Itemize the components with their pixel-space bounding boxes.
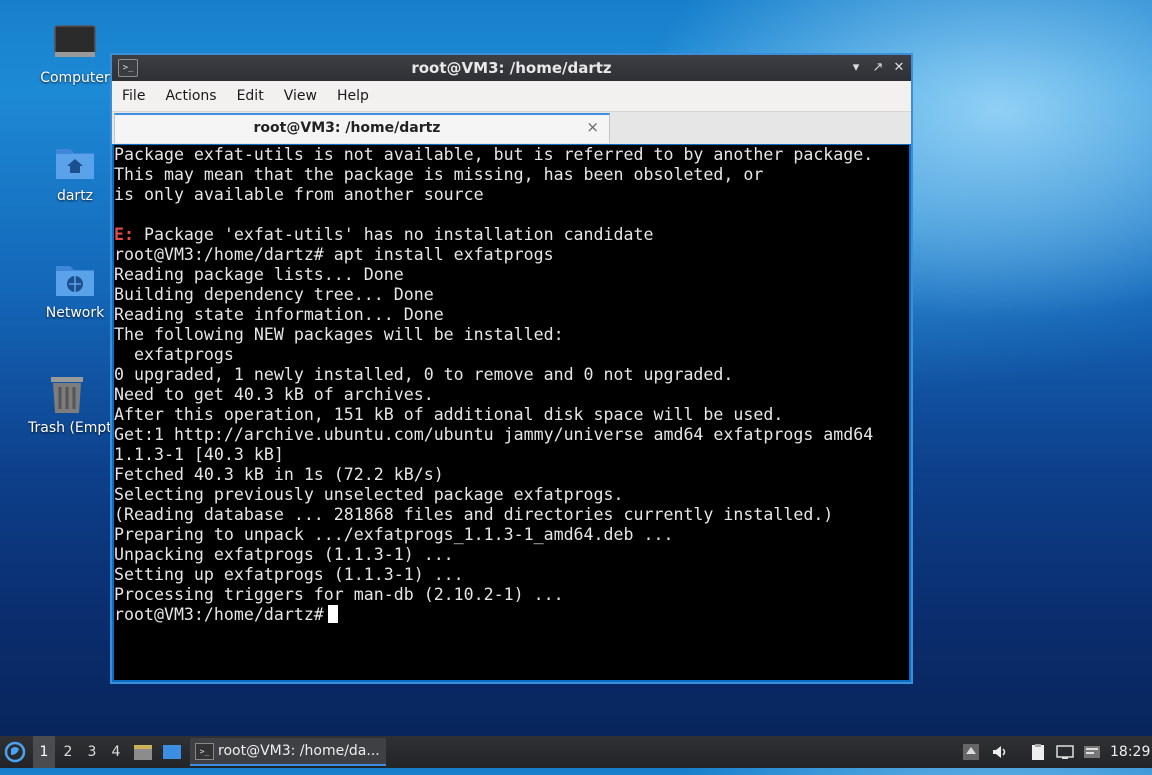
menu-file[interactable]: File bbox=[112, 81, 155, 111]
computer-icon bbox=[53, 22, 97, 66]
desktop-icon-label: Network bbox=[45, 305, 105, 321]
start-menu-icon[interactable] bbox=[4, 736, 28, 768]
desktop-icon-label: dartz bbox=[56, 188, 94, 204]
menu-bar: File Actions Edit View Help bbox=[112, 81, 911, 112]
workspace-2[interactable]: 2 bbox=[57, 736, 79, 768]
window-title: root@VM3: /home/dartz bbox=[411, 59, 612, 77]
terminal-line: After this operation, 151 kB of addition… bbox=[114, 405, 784, 424]
taskbar: 1 2 3 4 >_ root@VM3: /home/da... 18:29 bbox=[0, 736, 1152, 768]
notification-icon[interactable] bbox=[1083, 743, 1101, 761]
desktop-icon-trash[interactable]: Trash (Empty) bbox=[22, 372, 112, 436]
menu-view[interactable]: View bbox=[274, 81, 327, 111]
terminal-error-line: E: Package 'exfat-utils' has no installa… bbox=[114, 225, 909, 245]
tab-bar: root@VM3: /home/dartz × bbox=[112, 112, 911, 144]
terminal-line: Fetched 40.3 kB in 1s (72.2 kB/s) bbox=[114, 465, 444, 484]
terminal-line: This may mean that the package is missin… bbox=[114, 165, 764, 184]
terminal-line: Need to get 40.3 kB of archives. bbox=[114, 385, 434, 404]
terminal-line: Get:1 http://archive.ubuntu.com/ubuntu j… bbox=[114, 425, 874, 444]
tab-close-icon[interactable]: × bbox=[586, 115, 599, 139]
home-folder-icon bbox=[53, 140, 97, 184]
menu-edit[interactable]: Edit bbox=[227, 81, 274, 111]
desktop-icon-network[interactable]: Network bbox=[27, 257, 123, 321]
terminal-line: 1.1.3-1 [40.3 kB] bbox=[114, 445, 284, 464]
desktop-icon-label: Trash (Empty) bbox=[28, 420, 112, 436]
desktop-icon-home[interactable]: dartz bbox=[27, 140, 123, 204]
terminal-line: Package exfat-utils is not available, bu… bbox=[114, 145, 874, 164]
close-icon[interactable]: ✕ bbox=[890, 59, 908, 77]
terminal-line: Setting up exfatprogs (1.1.3-1) ... bbox=[114, 565, 464, 584]
maximize-icon[interactable]: ↗ bbox=[869, 59, 887, 77]
terminal-output[interactable]: Package exfat-utils is not available, bu… bbox=[114, 145, 909, 680]
shell-prompt: root@VM3:/home/dartz# bbox=[114, 605, 324, 624]
show-desktop-icon[interactable] bbox=[162, 736, 184, 768]
network-folder-icon bbox=[53, 257, 97, 301]
terminal-prompt-line[interactable]: root@VM3:/home/dartz# bbox=[114, 605, 909, 625]
terminal-line: root@VM3:/home/dartz# apt install exfatp… bbox=[114, 245, 554, 264]
workspace-4[interactable]: 4 bbox=[105, 736, 127, 768]
terminal-tab[interactable]: root@VM3: /home/dartz × bbox=[114, 113, 610, 143]
terminal-line: Unpacking exfatprogs (1.1.3-1) ... bbox=[114, 545, 454, 564]
text-cursor bbox=[327, 605, 338, 623]
clipboard-icon[interactable] bbox=[1029, 743, 1047, 761]
desktop-icon-label: Computer bbox=[40, 70, 110, 86]
trash-icon bbox=[45, 372, 89, 416]
terminal-line: Selecting previously unselected package … bbox=[114, 485, 624, 504]
taskbar-terminal-button[interactable]: >_ root@VM3: /home/da... bbox=[190, 738, 386, 766]
menu-help[interactable]: Help bbox=[327, 81, 379, 111]
terminal-line: Reading state information... Done bbox=[114, 305, 444, 324]
tab-label: root@VM3: /home/dartz bbox=[253, 120, 441, 136]
clock[interactable]: 18:29 bbox=[1110, 736, 1150, 768]
up-arrow-icon[interactable] bbox=[962, 743, 980, 761]
workspace-3[interactable]: 3 bbox=[81, 736, 103, 768]
workspace-1[interactable]: 1 bbox=[33, 736, 55, 768]
taskbar-terminal-label: root@VM3: /home/da... bbox=[218, 743, 380, 759]
terminal-icon: >_ bbox=[195, 743, 214, 760]
desktop-icon-computer[interactable]: Computer bbox=[27, 22, 123, 86]
file-manager-icon[interactable] bbox=[133, 736, 155, 768]
terminal-line: Building dependency tree... Done bbox=[114, 285, 434, 304]
terminal-line: 0 upgraded, 1 newly installed, 0 to remo… bbox=[114, 365, 734, 384]
volume-icon[interactable] bbox=[991, 743, 1009, 761]
terminal-line: exfatprogs bbox=[114, 345, 234, 364]
error-message: Package 'exfat-utils' has no installatio… bbox=[133, 225, 654, 244]
terminal-line: Processing triggers for man-db (2.10.2-1… bbox=[114, 585, 564, 604]
terminal-line: The following NEW packages will be insta… bbox=[114, 325, 564, 344]
menu-actions[interactable]: Actions bbox=[155, 81, 226, 111]
terminal-window[interactable]: >_ root@VM3: /home/dartz ▾ ↗ ✕ File Actio… bbox=[110, 53, 913, 684]
terminal-line: Reading package lists... Done bbox=[114, 265, 404, 284]
terminal-line: (Reading database ... 281868 files and d… bbox=[114, 505, 834, 524]
terminal-line: Preparing to unpack .../exfatprogs_1.1.3… bbox=[114, 525, 674, 544]
error-prefix: E: bbox=[114, 225, 134, 244]
network-icon[interactable] bbox=[1056, 743, 1074, 761]
minimize-icon[interactable]: ▾ bbox=[847, 59, 865, 77]
title-bar[interactable]: >_ root@VM3: /home/dartz ▾ ↗ ✕ bbox=[112, 55, 911, 81]
terminal-line: is only available from another source bbox=[114, 185, 484, 204]
